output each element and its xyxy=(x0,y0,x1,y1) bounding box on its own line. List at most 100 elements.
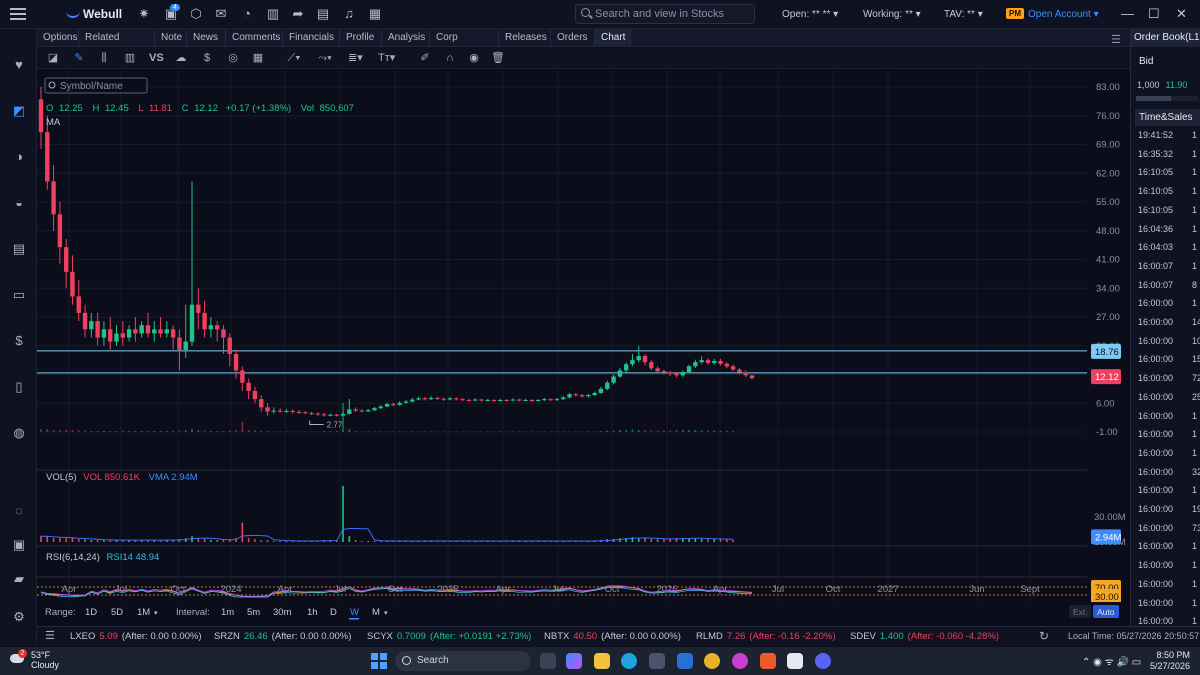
order-book-title[interactable]: Order Book(L1) xyxy=(1131,29,1200,47)
mail-icon[interactable]: ✉ xyxy=(213,6,229,22)
account-wallet-icon[interactable]: ▭ xyxy=(11,288,27,302)
eye-icon[interactable]: ◉ xyxy=(467,51,481,65)
candle-icon[interactable]: ⫼ xyxy=(97,51,111,65)
watchlist-heart-icon[interactable]: ♥ xyxy=(11,58,27,72)
share-icon[interactable]: ➦ xyxy=(290,6,306,22)
party-icon[interactable]: ✷ xyxy=(136,6,152,22)
range-1d[interactable]: 1D xyxy=(85,607,97,618)
chart-type-icon[interactable]: ◪ xyxy=(46,51,60,65)
chart-trade-icon[interactable]: ◩ xyxy=(11,104,27,118)
open-orders-status[interactable]: Open: ** ** ▾ xyxy=(782,9,838,20)
text-tool-icon[interactable]: Tт▾ xyxy=(378,51,395,65)
interval-5m[interactable]: 5m xyxy=(247,607,260,618)
interval-dropdown-icon[interactable]: ▾ xyxy=(384,610,388,617)
list-view-icon[interactable]: ☰ xyxy=(1111,33,1121,46)
app-icon-e[interactable] xyxy=(732,653,748,669)
tab-financials[interactable]: Financials xyxy=(283,29,340,47)
screener-icon[interactable]: ▤ xyxy=(11,242,27,256)
compare-icon[interactable]: ▥ xyxy=(265,6,281,22)
tab-profile[interactable]: Profile xyxy=(340,29,382,47)
earnings-icon[interactable]: ◎ xyxy=(226,51,240,65)
tab-analysis[interactable]: Analysis xyxy=(382,29,430,47)
range-5d[interactable]: 5D xyxy=(111,607,123,618)
ticker-lxeo[interactable]: LXEO 5.09 (After: 0.00 0.00%) xyxy=(70,631,202,642)
tab-corp-actions[interactable]: Corp Actions xyxy=(430,29,499,61)
tab-note[interactable]: Note xyxy=(155,29,187,47)
price-chart-svg[interactable]: 2.77 83.00 76.00 69.00 62.00 55.00 48.00 41.00… xyxy=(37,70,1130,626)
compare-vs-icon[interactable]: VS xyxy=(149,51,164,65)
weather-widget[interactable]: 2 53°F Cloudy xyxy=(10,649,59,670)
webull-taskbar-icon[interactable] xyxy=(787,653,803,669)
bell-icon[interactable]: ♫ xyxy=(341,6,357,22)
tab-releases[interactable]: Releases xyxy=(499,29,551,47)
range-dropdown-icon[interactable]: ▾ xyxy=(154,610,158,617)
taskbar-search[interactable]: Search xyxy=(395,651,531,671)
ticker-nbtx[interactable]: NBTX 40.50 (After: 0.00 0.00%) xyxy=(544,631,681,642)
feedback-icon[interactable]: ▰ xyxy=(11,572,27,586)
tab-orders[interactable]: Orders xyxy=(551,29,595,47)
document-icon[interactable]: ▯ xyxy=(11,380,27,394)
indicator-icon[interactable]: ▥ xyxy=(123,51,137,65)
interval-w[interactable]: W xyxy=(350,607,359,618)
close-button[interactable]: ✕ xyxy=(1176,6,1187,22)
brush-icon[interactable]: ✐ xyxy=(418,51,432,65)
tab-news[interactable]: News xyxy=(187,29,226,47)
task-view-icon[interactable] xyxy=(540,653,556,669)
database-icon[interactable]: ◍ xyxy=(11,426,27,440)
learn-icon[interactable]: ▣ xyxy=(11,538,27,552)
tab-related-bonds[interactable]: Related Bonds xyxy=(79,29,155,61)
tab-options[interactable]: Options xyxy=(37,29,79,47)
interval-1m[interactable]: 1m xyxy=(221,607,234,618)
settings-gear-icon[interactable]: ⚙ xyxy=(11,610,27,624)
file-explorer-icon[interactable] xyxy=(594,653,610,669)
time-sales-title[interactable]: Time&Sales xyxy=(1135,109,1200,126)
box-icon[interactable]: ⬡ xyxy=(188,6,204,22)
outlook-icon[interactable] xyxy=(677,653,693,669)
tab-comments[interactable]: Comments xyxy=(226,29,283,47)
system-tray[interactable]: ⌃ ◉ ᯤ 🔊 ▭ xyxy=(1082,654,1141,668)
community-icon[interactable]: ◌ xyxy=(11,504,27,518)
magnet-icon[interactable]: ∩ xyxy=(443,51,457,65)
cloud-icon[interactable]: ☁ xyxy=(174,51,188,65)
tab-chart[interactable]: Chart xyxy=(595,29,631,47)
trendline-icon[interactable]: ⟋▾ xyxy=(287,51,301,65)
interval-30m[interactable]: 30m xyxy=(273,607,292,618)
tav-status[interactable]: TAV: ** ▾ xyxy=(944,9,983,20)
draw-pen-icon[interactable]: ✎ xyxy=(72,51,86,65)
ticker-menu-icon[interactable]: ☰ xyxy=(45,629,55,642)
edge-icon[interactable] xyxy=(621,653,637,669)
brave-icon[interactable] xyxy=(760,653,776,669)
interval-1h[interactable]: 1h xyxy=(307,607,318,618)
ticker-rlmd[interactable]: RLMD 7.26 (After: -0.16 -2.20%) xyxy=(696,631,835,642)
working-orders-status[interactable]: Working: ** ▾ xyxy=(863,9,921,20)
interval-d[interactable]: D xyxy=(330,607,337,618)
chart-area[interactable]: 2.77 83.00 76.00 69.00 62.00 55.00 48.00 41.00… xyxy=(37,70,1130,626)
layout-icon[interactable]: ▦ xyxy=(251,51,265,65)
menu-icon[interactable] xyxy=(10,8,26,21)
planet-icon[interactable]: ◒ xyxy=(11,196,27,210)
maximize-button[interactable]: ☐ xyxy=(1148,6,1160,22)
fib-icon[interactable]: ≣▾ xyxy=(348,51,363,65)
interval-m[interactable]: M xyxy=(372,607,380,618)
minimize-button[interactable]: — xyxy=(1121,6,1134,21)
trash-icon[interactable]: 🗑 xyxy=(491,51,505,65)
open-account-link[interactable]: Open Account ▾ xyxy=(1028,9,1099,20)
market-icon[interactable]: ◑ xyxy=(11,150,27,164)
windows-start-icon[interactable] xyxy=(371,653,387,669)
dollar-circle-icon[interactable]: $ xyxy=(200,51,214,65)
stock-search-input[interactable]: Search and view in Stocks xyxy=(575,4,755,24)
range-1m[interactable]: 1M xyxy=(137,607,150,618)
ticker-scyx[interactable]: SCYX 0.7009 (After: +0.0191 +2.73%) xyxy=(367,631,531,642)
gauge-icon[interactable]: ◔ xyxy=(239,6,255,22)
chrome-icon[interactable] xyxy=(704,653,720,669)
news-icon[interactable]: ▤ xyxy=(315,6,331,22)
ticker-srzn[interactable]: SRZN 26.46 (After: 0.00 0.00%) xyxy=(214,631,351,642)
path-icon[interactable]: ⤳▾ xyxy=(318,51,332,65)
discord-icon[interactable] xyxy=(815,653,831,669)
refresh-icon[interactable]: ↻ xyxy=(1039,629,1049,643)
store-icon[interactable] xyxy=(649,653,665,669)
dollar-icon[interactable]: $ xyxy=(11,334,27,348)
grid-icon[interactable]: ▦ xyxy=(367,6,383,22)
taskbar-clock[interactable]: 8:50 PM 5/27/2026 xyxy=(1150,650,1190,672)
ticker-sdev[interactable]: SDEV 1.400 (After: -0.060 -4.28%) xyxy=(850,631,999,642)
